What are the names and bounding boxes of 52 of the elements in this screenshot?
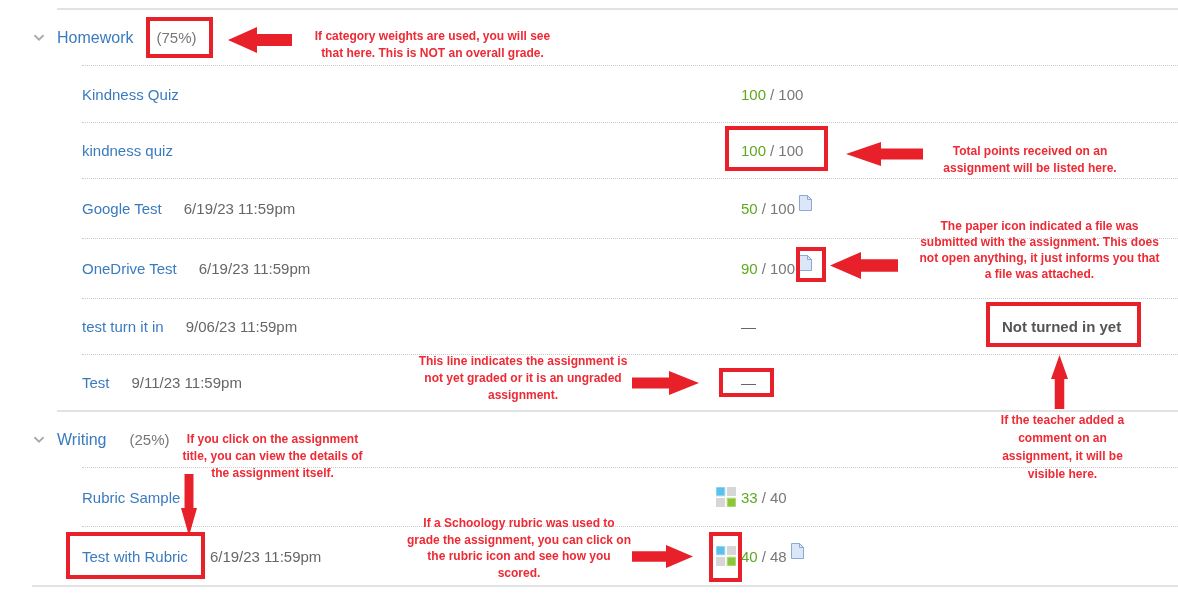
category-weight: (25%) <box>129 431 170 448</box>
assignment-link[interactable]: kindness quiz <box>82 142 173 159</box>
assignment-link[interactable]: Rubric Sample <box>82 488 181 506</box>
score: 100 <box>741 142 767 159</box>
highlight-frame <box>719 368 774 397</box>
max-points: / 100 <box>770 142 804 159</box>
arrow <box>228 27 292 53</box>
score: 90 <box>741 260 758 277</box>
annotation-note: This line indicates the assignment is not yet graded or it is an ungraded assignment. <box>418 353 628 404</box>
assignment-link[interactable]: Test with Rubric <box>82 547 188 565</box>
highlight-frame <box>146 17 213 58</box>
assignment-link[interactable]: test turn it in <box>82 318 164 335</box>
annotation-note: Total points received on an assignment will be listed here. <box>942 143 1118 177</box>
annotation-note: If you click on the assignment title, you can view the details of the assignment itself. <box>181 431 364 482</box>
max-points: / 100 <box>761 200 796 217</box>
assignment-link[interactable]: Test <box>82 374 110 391</box>
chevron-icon[interactable] <box>32 33 46 42</box>
assignment-link[interactable]: Google Test <box>82 200 162 217</box>
score: 40 <box>741 547 758 565</box>
highlight-frame <box>796 247 826 282</box>
rubric-icon[interactable] <box>716 487 736 507</box>
category-title[interactable]: Writing <box>57 430 107 449</box>
chevron-icon[interactable] <box>32 435 46 444</box>
rubric-icon[interactable] <box>716 546 736 566</box>
due-date: 6/19/23 11:59pm <box>198 260 311 277</box>
annotation-note: If a Schoology rubric was used to grade the assignment, you can click on the rubric icon and see how you scored. <box>406 515 632 581</box>
annotation-note: If the teacher added a comment on an assignment, it will be visible here. <box>999 412 1126 483</box>
max-points: / 100 <box>761 260 796 277</box>
score: 33 <box>741 488 758 506</box>
annotation-note: If category weights are used, you will see that here. This is NOT an overall grade. <box>313 28 552 62</box>
arrow <box>632 371 699 395</box>
max-points: / 48 <box>761 547 787 565</box>
ungraded-dash: — <box>741 318 756 335</box>
arrow <box>1051 355 1068 409</box>
category-title[interactable]: Homework <box>57 28 134 47</box>
highlight-frame <box>709 532 742 582</box>
max-points: / 40 <box>761 488 787 506</box>
due-date: 9/11/23 11:59pm <box>131 374 242 391</box>
max-points: / 100 <box>770 85 804 103</box>
due-date: 9/06/23 11:59pm <box>185 318 298 335</box>
assignment-link[interactable]: Kindness Quiz <box>82 85 179 103</box>
due-date: 6/19/23 11:59pm <box>183 200 296 217</box>
assignment-link[interactable]: OneDrive Test <box>82 260 177 277</box>
annotation-note: The paper icon indicated a file was submitted with the assignment. This does not open anything, it just informs you that a file was attached. <box>918 218 1161 282</box>
score: 100 <box>741 85 767 103</box>
category-weight: (75%) <box>156 29 197 46</box>
due-date: 6/19/23 11:59pm <box>209 547 322 565</box>
arrow <box>830 252 898 279</box>
arrow <box>632 545 693 568</box>
score: 50 <box>741 200 758 217</box>
ungraded-dash: — <box>741 374 756 391</box>
comment: Not turned in yet <box>1001 318 1122 335</box>
